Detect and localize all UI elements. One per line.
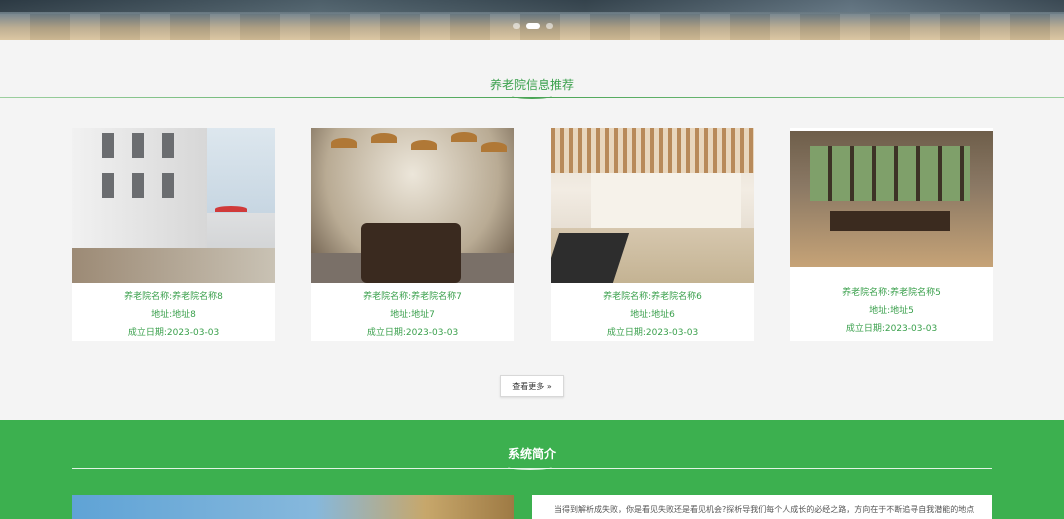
nursing-home-card[interactable]: 养老院名称:养老院名称7 地址:地址7 成立日期:2023-03-03: [311, 128, 514, 341]
nursing-home-photo[interactable]: [72, 128, 275, 283]
nursing-home-card[interactable]: 养老院名称:养老院名称6 地址:地址6 成立日期:2023-03-03: [551, 128, 754, 341]
nursing-home-card[interactable]: 养老院名称:养老院名称5 地址:地址5 成立日期:2023-03-03: [790, 128, 993, 341]
nursing-home-photo[interactable]: [790, 131, 993, 267]
nursing-home-address: 地址:地址5: [869, 306, 914, 316]
nursing-home-name: 养老院名称:养老院名称6: [603, 292, 702, 302]
nursing-home-photo[interactable]: [551, 128, 754, 283]
intro-section: 系统简介 当得到解析成失败，你是看见失败还是看见机会?探析导我们每个人成长的必经…: [0, 420, 1064, 519]
nursing-home-name: 养老院名称:养老院名称5: [842, 288, 941, 298]
carousel-dot[interactable]: [546, 23, 553, 29]
nursing-home-date: 成立日期:2023-03-03: [366, 328, 459, 338]
nursing-home-date: 成立日期:2023-03-03: [127, 328, 220, 338]
carousel-dot[interactable]: [513, 23, 520, 29]
nursing-home-photo[interactable]: [311, 128, 514, 283]
carousel-indicators: [513, 23, 553, 29]
nursing-home-card[interactable]: 养老院名称:养老院名称8 地址:地址8 成立日期:2023-03-03: [72, 128, 275, 341]
view-more-button[interactable]: 查看更多 »: [500, 375, 564, 397]
nursing-home-date: 成立日期:2023-03-03: [606, 328, 699, 338]
hero-banner: [0, 0, 1064, 40]
section-divider-notch: [512, 93, 552, 99]
nursing-home-name: 养老院名称:养老院名称8: [124, 292, 223, 302]
nursing-home-address: 地址:地址7: [390, 310, 435, 320]
carousel-dot-active[interactable]: [526, 23, 540, 29]
nursing-home-date: 成立日期:2023-03-03: [845, 324, 938, 334]
intro-image: [72, 495, 514, 519]
nursing-home-address: 地址:地址8: [151, 310, 196, 320]
nursing-home-address: 地址:地址6: [630, 310, 675, 320]
nursing-home-name: 养老院名称:养老院名称7: [363, 292, 462, 302]
section-divider-notch: [508, 464, 552, 470]
section-title-recommend: 养老院信息推荐: [489, 78, 574, 92]
intro-text: 当得到解析成失败，你是看见失败还是看见机会?探析导我们每个人成长的必经之路，方向…: [532, 495, 992, 519]
section-title-intro: 系统简介: [507, 447, 556, 461]
